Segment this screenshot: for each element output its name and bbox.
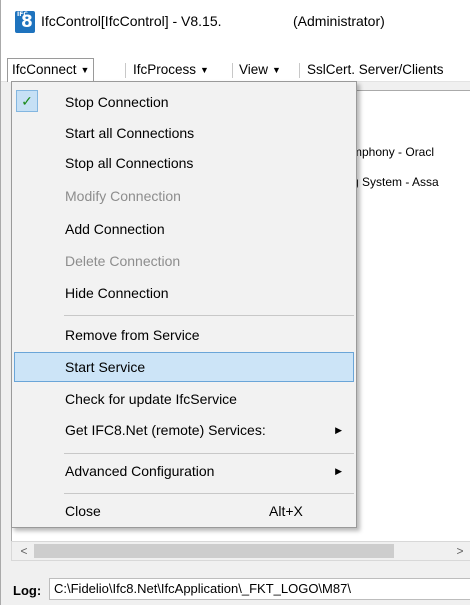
window-title-role: (Administrator) [293,13,385,29]
app-window: IFC 8 IfcControl[IfcControl] - V8.15. (Ad… [0,0,470,605]
menu-item-close[interactable]: Close Alt+X [14,496,354,526]
menu-item-stop-connection[interactable]: ✓ Stop Connection [14,87,354,117]
horizontal-scrollbar[interactable]: < > [11,541,470,561]
menu-view-label: View [239,62,269,77]
log-label: Log: [13,583,42,598]
menu-item-label: Check for update IfcService [65,391,237,407]
menu-item-label: Close [65,503,101,519]
menu-item-advanced-configuration[interactable]: Advanced Configuration ▶ [14,456,354,486]
menu-bar: IfcConnect ▼ IfcProcess ▼ View ▼ SslCert. S… [1,58,470,82]
menu-separator [125,63,126,78]
menu-item-stop-all-connections[interactable]: Stop all Connections [14,148,354,178]
menu-item-delete-connection[interactable]: Delete Connection [14,246,354,276]
scroll-left-icon[interactable]: < [14,542,34,560]
chevron-right-icon: ▶ [335,466,342,476]
menu-item-label: Remove from Service [65,327,200,343]
menu-item-label: Start Service [65,359,146,375]
chevron-right-icon: ▶ [335,425,342,435]
menu-item-check-for-update[interactable]: Check for update IfcService [14,384,354,414]
menu-item-modify-connection[interactable]: Modify Connection [14,181,354,211]
caret-down-icon: ▼ [272,65,281,75]
menu-item-label: Get IFC8.Net (remote) Services: [65,422,266,438]
menu-separator [64,315,354,316]
menu-item-label: Delete Connection [65,253,181,269]
menu-view[interactable]: View ▼ [235,58,285,82]
menu-item-remove-from-service[interactable]: Remove from Service [14,320,354,350]
log-bar: Log: C:\Fidelio\Ifc8.Net\IfcApplication\… [1,574,470,605]
menu-item-hide-connection[interactable]: Hide Connection [14,278,354,308]
connection-item[interactable]: g System - Assa [352,175,439,189]
menu-separator [64,493,354,494]
menu-item-start-all-connections[interactable]: Start all Connections [14,118,354,148]
menu-item-label: Advanced Configuration [65,463,215,479]
connection-item[interactable]: mphony - Oracl [352,145,434,159]
app-logo-icon: IFC 8 [15,11,35,33]
menu-ifcprocess[interactable]: IfcProcess ▼ [129,58,213,82]
menu-item-label: Start all Connections [65,125,195,141]
check-icon: ✓ [16,90,38,112]
title-bar: IFC 8 IfcControl[IfcControl] - V8.15. (Ad… [1,0,470,58]
menu-separator [64,453,354,454]
caret-down-icon: ▼ [80,65,90,75]
menu-item-start-service[interactable]: Start Service [14,352,354,382]
menu-item-get-remote-services[interactable]: Get IFC8.Net (remote) Services: ▶ [14,415,354,445]
menu-item-label: Stop Connection [65,94,169,110]
menu-sslcert[interactable]: SslCert. Server/Clients [303,58,448,82]
menu-ifcprocess-label: IfcProcess [133,62,197,77]
menu-ifcconnect-label: IfcConnect [12,62,77,77]
scroll-right-icon[interactable]: > [450,542,470,560]
window-title: IfcControl[IfcControl] - V8.15. [41,13,222,29]
menu-item-label: Add Connection [65,221,165,237]
shortcut-label: Alt+X [269,503,303,519]
caret-down-icon: ▼ [200,65,209,75]
menu-separator [299,63,300,78]
menu-separator [232,63,233,78]
menu-item-label: Stop all Connections [65,155,194,171]
menu-ifcconnect[interactable]: IfcConnect ▼ [7,58,95,82]
menu-item-label: Modify Connection [65,188,181,204]
log-path-field[interactable]: C:\Fidelio\Ifc8.Net\IfcApplication\_FKT_… [49,578,470,600]
menu-sslcert-label: SslCert. Server/Clients [307,62,444,77]
scrollbar-thumb[interactable] [34,544,394,558]
menu-item-label: Hide Connection [65,285,169,301]
ifcconnect-dropdown-menu: ✓ Stop Connection Start all Connections … [11,81,357,528]
menu-item-add-connection[interactable]: Add Connection [14,214,354,244]
